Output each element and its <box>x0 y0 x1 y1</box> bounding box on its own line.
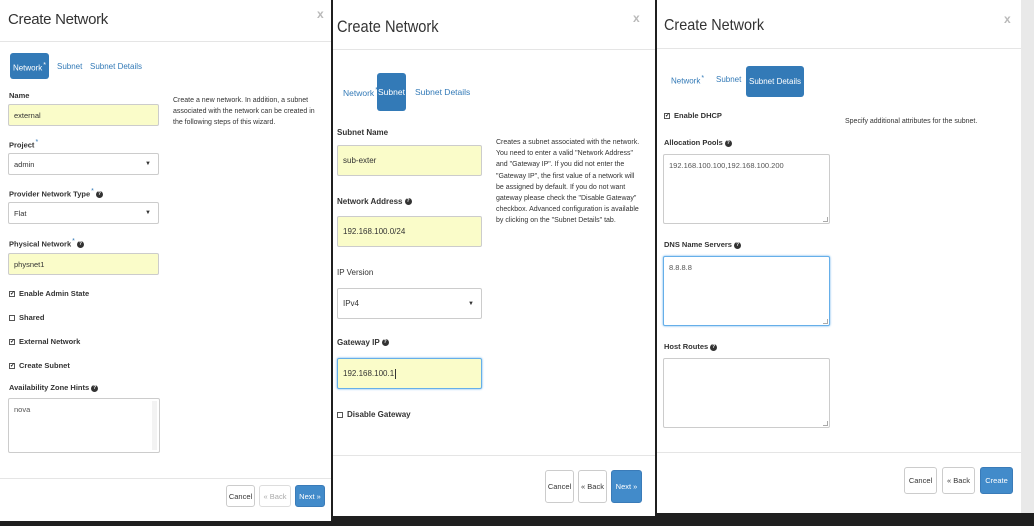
modal-title: Create Network <box>664 17 765 34</box>
help-icon: ? <box>733 241 741 249</box>
checkbox-empty-icon <box>337 411 343 418</box>
dns-name-servers-label: DNS Name Servers? <box>664 240 741 249</box>
header-divider <box>0 41 331 42</box>
network-address-input[interactable]: 192.168.100.0/24 <box>337 216 482 247</box>
help-icon: ? <box>91 384 99 392</box>
tab-subnet[interactable]: Subnet <box>57 62 82 71</box>
close-icon[interactable]: x <box>1004 12 1011 26</box>
allocation-pools-textarea[interactable]: 192.168.100.100,192.168.100.200 <box>663 154 830 224</box>
physical-network-label: Physical Network*? <box>9 238 84 249</box>
help-icon: ? <box>724 139 732 147</box>
back-button[interactable]: « Back <box>578 470 607 503</box>
tab-subnet[interactable]: Subnet <box>377 73 406 111</box>
back-button[interactable]: « Back <box>942 467 975 494</box>
help-icon: ? <box>76 241 84 249</box>
availability-zone-hints-listbox[interactable]: nova <box>8 398 160 453</box>
back-button[interactable]: « Back <box>259 485 291 507</box>
create-network-modal-subnet-step: Create Network x Network* Subnet Subnet … <box>333 0 655 516</box>
provider-network-type-label: Provider Network Type*? <box>9 188 103 199</box>
resize-handle-icon[interactable] <box>823 421 828 426</box>
step-description: Creates a subnet associated with the net… <box>496 139 640 225</box>
close-icon[interactable]: x <box>317 7 324 21</box>
footer-divider <box>333 455 655 456</box>
provider-network-type-select[interactable]: Flat ▼ <box>8 202 159 224</box>
text-cursor <box>395 368 397 379</box>
footer-divider <box>657 452 1021 453</box>
next-button[interactable]: Next » <box>611 470 642 503</box>
tab-network[interactable]: Network* <box>671 75 704 86</box>
enable-dhcp-checkbox[interactable]: ✓ Enable DHCP <box>664 111 722 120</box>
external-network-checkbox[interactable]: ✓ External Network <box>9 337 80 346</box>
checkbox-empty-icon <box>9 314 15 321</box>
physical-network-input[interactable]: physnet1 <box>8 253 159 275</box>
project-select[interactable]: admin ▼ <box>8 153 159 175</box>
help-icon: ? <box>710 343 718 351</box>
create-network-modal-network-step: Create Network x Network* Subnet Subnet … <box>0 0 331 521</box>
gateway-ip-label: Gateway IP? <box>337 338 389 347</box>
host-routes-label: Host Routes? <box>664 342 718 351</box>
dns-name-servers-textarea[interactable]: 8.8.8.8 <box>663 256 830 326</box>
cancel-button[interactable]: Cancel <box>904 467 937 494</box>
name-input[interactable]: external <box>8 104 159 126</box>
ip-version-label: IP Version <box>337 268 374 277</box>
header-divider <box>333 49 655 50</box>
name-label: Name <box>9 91 30 100</box>
modal-title: Create Network <box>337 17 439 36</box>
close-icon[interactable]: x <box>633 11 640 25</box>
checkbox-checked-icon: ✓ <box>9 362 16 369</box>
tab-subnet-details[interactable]: Subnet Details <box>415 87 470 97</box>
header-divider <box>657 48 1021 49</box>
disable-gateway-checkbox[interactable]: Disable Gateway <box>337 410 411 419</box>
ip-version-select[interactable]: IPv4 ▼ <box>337 288 482 319</box>
subnet-name-input[interactable]: sub-exter <box>337 145 482 176</box>
chevron-down-icon: ▼ <box>145 210 151 216</box>
step-description: Specify additional attributes for the su… <box>845 118 978 125</box>
enable-admin-state-checkbox[interactable]: ✓ Enable Admin State <box>9 289 89 298</box>
help-icon: ? <box>404 198 412 206</box>
tab-subnet[interactable]: Subnet <box>716 75 741 84</box>
create-network-modal-subnet-details-step: Create Network x Network* Subnet Subnet … <box>657 0 1021 513</box>
tab-subnet-details[interactable]: Subnet Details <box>746 66 804 97</box>
create-subnet-checkbox[interactable]: ✓ Create Subnet <box>9 361 70 370</box>
help-icon: ? <box>95 191 103 199</box>
shared-checkbox[interactable]: Shared <box>9 313 44 322</box>
resize-handle-icon[interactable] <box>823 217 828 222</box>
project-label: Project* <box>9 139 39 150</box>
chevron-down-icon: ▼ <box>468 300 474 307</box>
gateway-ip-input[interactable]: 192.168.100.1 <box>337 358 482 389</box>
help-icon: ? <box>381 339 389 347</box>
resize-handle-icon[interactable] <box>823 319 828 324</box>
network-address-label: Network Address? <box>337 197 412 206</box>
checkbox-checked-icon: ✓ <box>9 338 16 345</box>
background-page-edge <box>1021 0 1034 513</box>
tab-network[interactable]: Network* <box>343 87 378 98</box>
listbox-option-nova[interactable]: nova <box>14 405 30 414</box>
modal-title: Create Network <box>8 11 109 28</box>
checkbox-checked-icon: ✓ <box>664 112 671 119</box>
create-button[interactable]: Create <box>980 467 1013 494</box>
footer-divider <box>0 478 331 479</box>
availability-zone-hints-label: Availability Zone Hints? <box>9 383 99 392</box>
tab-subnet-details[interactable]: Subnet Details <box>90 62 142 71</box>
tab-network[interactable]: Network* <box>10 53 49 79</box>
subnet-name-label: Subnet Name <box>337 128 389 137</box>
next-button[interactable]: Next » <box>295 485 325 507</box>
host-routes-textarea[interactable] <box>663 358 830 428</box>
chevron-down-icon: ▼ <box>145 161 151 167</box>
scrollbar[interactable] <box>152 401 157 450</box>
cancel-button[interactable]: Cancel <box>545 470 574 503</box>
allocation-pools-label: Allocation Pools? <box>664 138 732 147</box>
step-description: Create a new network. In addition, a sub… <box>173 97 315 126</box>
cancel-button[interactable]: Cancel <box>226 485 255 507</box>
checkbox-checked-icon: ✓ <box>9 290 16 297</box>
